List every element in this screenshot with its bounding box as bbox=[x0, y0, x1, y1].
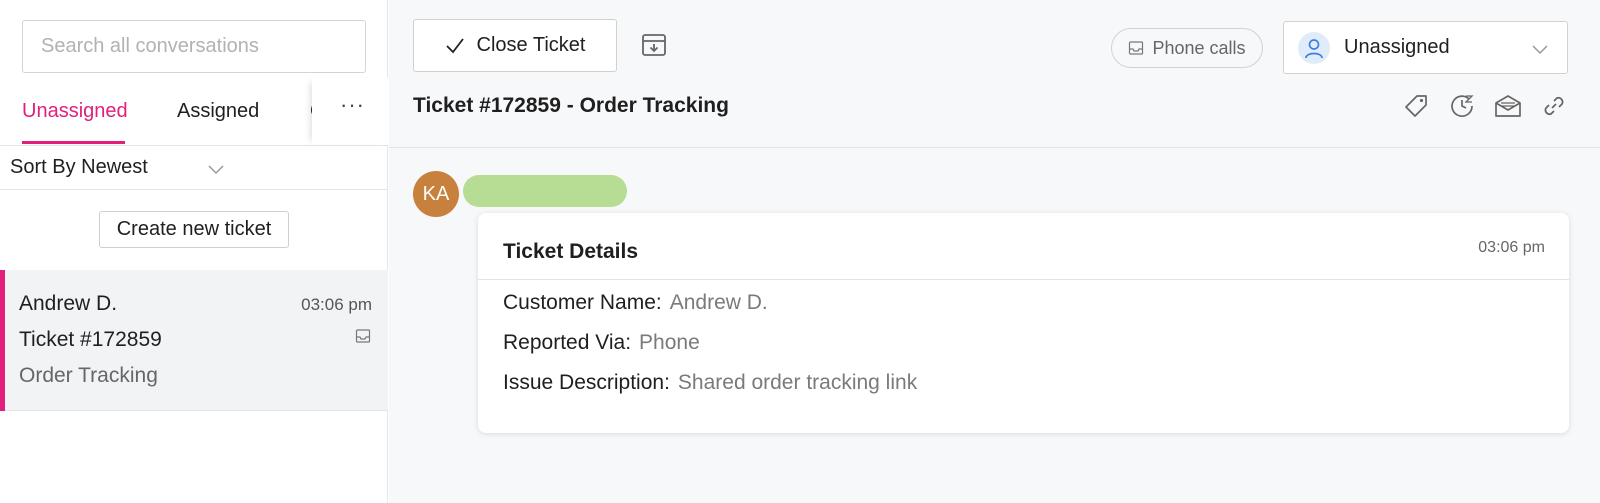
detail-label: Reported Via: bbox=[503, 331, 632, 354]
detail-row-customer: Customer Name: Andrew D. bbox=[503, 291, 768, 315]
sender-name-redacted bbox=[463, 175, 627, 207]
tag-icon[interactable] bbox=[1402, 92, 1430, 120]
chevron-down-icon bbox=[208, 165, 224, 175]
ticket-view: Close Ticket Phone calls Unassigned Tick… bbox=[389, 0, 1600, 503]
search-input[interactable] bbox=[22, 20, 366, 73]
ticket-header: Close Ticket Phone calls Unassigned Tick… bbox=[389, 0, 1600, 148]
chevron-down-icon bbox=[1532, 45, 1548, 55]
conversation-subject: Order Tracking bbox=[19, 364, 158, 387]
sort-label: Sort By Newest bbox=[10, 156, 148, 178]
close-ticket-label: Close Ticket bbox=[476, 34, 586, 56]
conversation-time: 03:06 pm bbox=[301, 295, 372, 314]
tab-unassigned[interactable]: Unassigned bbox=[22, 100, 128, 123]
detail-value: Phone bbox=[639, 331, 700, 354]
user-icon bbox=[1298, 32, 1330, 64]
detail-row-reported-via: Reported Via: Phone bbox=[503, 331, 700, 355]
checkmark-icon bbox=[445, 37, 464, 53]
conversation-list-item[interactable]: Andrew D. 03:06 pm Ticket #172859 Order … bbox=[0, 270, 388, 411]
channel-badge[interactable]: Phone calls bbox=[1111, 28, 1263, 68]
conversation-name: Andrew D. bbox=[19, 292, 118, 315]
detail-value: Andrew D. bbox=[669, 291, 768, 314]
more-tabs-button[interactable]: ··· bbox=[340, 92, 365, 118]
detail-label: Customer Name: bbox=[503, 291, 662, 314]
card-header: Ticket Details 03:06 pm bbox=[478, 213, 1569, 280]
ticket-title: Ticket #172859 - Order Tracking bbox=[413, 94, 729, 117]
channel-label: Phone calls bbox=[1152, 37, 1246, 58]
ticket-actions bbox=[1402, 92, 1568, 120]
inbox-icon bbox=[1129, 41, 1144, 55]
detail-value: Shared order tracking link bbox=[677, 371, 918, 394]
conversation-tabs: Unassigned Assigned C ··· bbox=[0, 78, 388, 146]
ticket-details-card: Ticket Details 03:06 pm Customer Name: An… bbox=[478, 213, 1569, 433]
sender-avatar: KA bbox=[413, 171, 459, 217]
archive-icon[interactable] bbox=[637, 28, 671, 62]
create-ticket-button[interactable]: Create new ticket bbox=[99, 211, 289, 248]
card-title: Ticket Details bbox=[503, 240, 639, 263]
active-tab-indicator bbox=[22, 141, 125, 144]
tab-assigned[interactable]: Assigned bbox=[177, 100, 259, 123]
conversation-ticket: Ticket #172859 bbox=[19, 328, 162, 351]
conversation-sidebar: Unassigned Assigned C ··· Sort By Newest… bbox=[0, 0, 388, 503]
link-icon[interactable] bbox=[1540, 92, 1568, 120]
sort-dropdown[interactable]: Sort By Newest bbox=[0, 147, 388, 190]
assignee-label: Unassigned bbox=[1344, 36, 1450, 58]
assignee-dropdown[interactable]: Unassigned bbox=[1283, 21, 1568, 74]
snooze-icon[interactable] bbox=[1448, 92, 1476, 120]
selected-indicator bbox=[0, 270, 5, 411]
detail-row-issue: Issue Description: Shared order tracking … bbox=[503, 371, 917, 395]
email-icon[interactable] bbox=[1494, 92, 1522, 120]
inbox-icon bbox=[355, 329, 371, 343]
close-ticket-button[interactable]: Close Ticket bbox=[413, 19, 617, 72]
detail-label: Issue Description: bbox=[503, 371, 670, 394]
card-time: 03:06 pm bbox=[1478, 239, 1545, 256]
